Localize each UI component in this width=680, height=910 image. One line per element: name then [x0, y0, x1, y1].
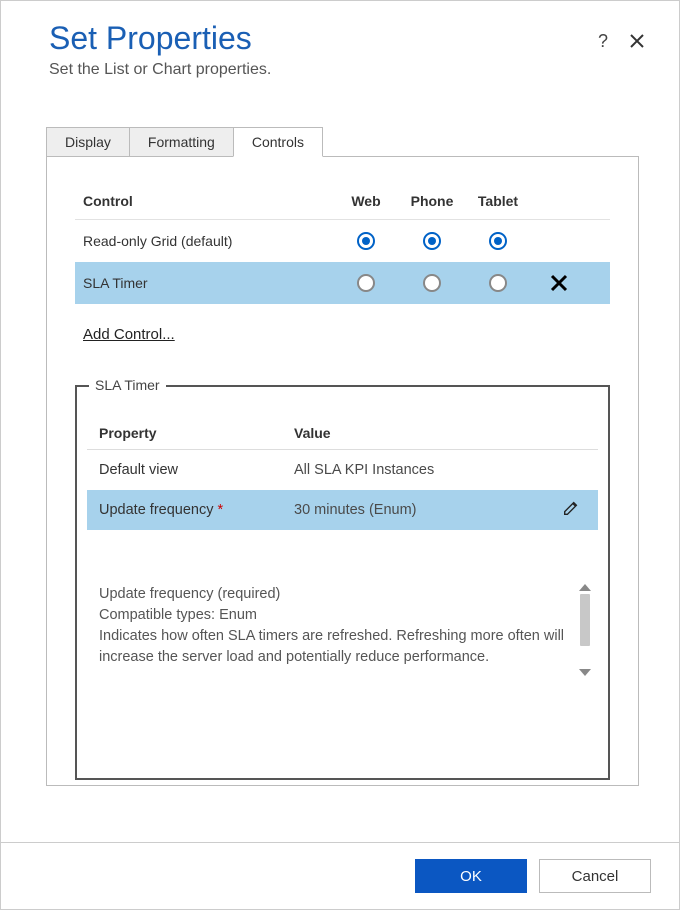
property-value: 30 minutes (Enum) [294, 502, 546, 518]
remove-control-icon[interactable] [531, 274, 587, 292]
scroll-thumb[interactable] [580, 594, 590, 646]
tab-display[interactable]: Display [46, 127, 130, 157]
control-row-sla-timer[interactable]: SLA Timer [75, 262, 610, 304]
sla-timer-fieldset: SLA Timer Property Value Default view Al… [75, 385, 610, 780]
ok-button[interactable]: OK [415, 859, 527, 893]
control-name: Read-only Grid (default) [83, 233, 333, 249]
col-web: Web [333, 193, 399, 209]
fieldset-legend: SLA Timer [89, 377, 166, 393]
radio-web[interactable] [357, 274, 375, 292]
property-row-default-view[interactable]: Default view All SLA KPI Instances [87, 450, 598, 490]
control-name: SLA Timer [83, 275, 333, 291]
dialog-body: Display Formatting Controls Control Web … [1, 79, 679, 842]
scroll-up-icon[interactable] [579, 584, 591, 591]
col-control: Control [83, 193, 333, 209]
property-value: All SLA KPI Instances [294, 462, 546, 478]
dialog-title: Set Properties [49, 19, 641, 57]
col-phone: Phone [399, 193, 465, 209]
property-row-update-frequency[interactable]: Update frequency * 30 minutes (Enum) [87, 490, 598, 530]
description-scrollbar[interactable] [576, 584, 594, 676]
dialog-header: Set Properties Set the List or Chart pro… [1, 1, 679, 79]
add-control-link[interactable]: Add Control... [83, 326, 175, 343]
property-table-header: Property Value [87, 417, 598, 450]
col-property: Property [99, 425, 294, 441]
controls-table-header: Control Web Phone Tablet [75, 189, 610, 220]
tab-formatting[interactable]: Formatting [129, 127, 234, 157]
property-name: Update frequency * [99, 502, 294, 518]
tab-controls[interactable]: Controls [233, 127, 323, 157]
required-star-icon: * [213, 502, 223, 518]
dialog-footer: OK Cancel [1, 842, 679, 909]
property-name: Default view [99, 462, 294, 478]
col-value: Value [294, 425, 546, 441]
property-description-area: Update frequency (required) Compatible t… [87, 584, 598, 676]
header-icons: ? [593, 31, 647, 51]
col-tablet: Tablet [465, 193, 531, 209]
tab-panel-controls: Control Web Phone Tablet Read-only Grid … [46, 156, 639, 786]
tab-strip: Display Formatting Controls [46, 127, 639, 157]
edit-icon[interactable] [562, 499, 580, 521]
controls-table: Control Web Phone Tablet Read-only Grid … [75, 189, 610, 304]
property-description: Update frequency (required) Compatible t… [99, 584, 576, 676]
set-properties-dialog: Set Properties Set the List or Chart pro… [1, 1, 679, 909]
control-row-readonly-grid[interactable]: Read-only Grid (default) [75, 220, 610, 262]
close-icon[interactable] [627, 31, 647, 51]
radio-tablet[interactable] [489, 232, 507, 250]
radio-phone[interactable] [423, 232, 441, 250]
scroll-down-icon[interactable] [579, 669, 591, 676]
radio-tablet[interactable] [489, 274, 507, 292]
radio-phone[interactable] [423, 274, 441, 292]
cancel-button[interactable]: Cancel [539, 859, 651, 893]
radio-web[interactable] [357, 232, 375, 250]
help-icon[interactable]: ? [593, 31, 613, 51]
dialog-subtitle: Set the List or Chart properties. [49, 61, 641, 79]
